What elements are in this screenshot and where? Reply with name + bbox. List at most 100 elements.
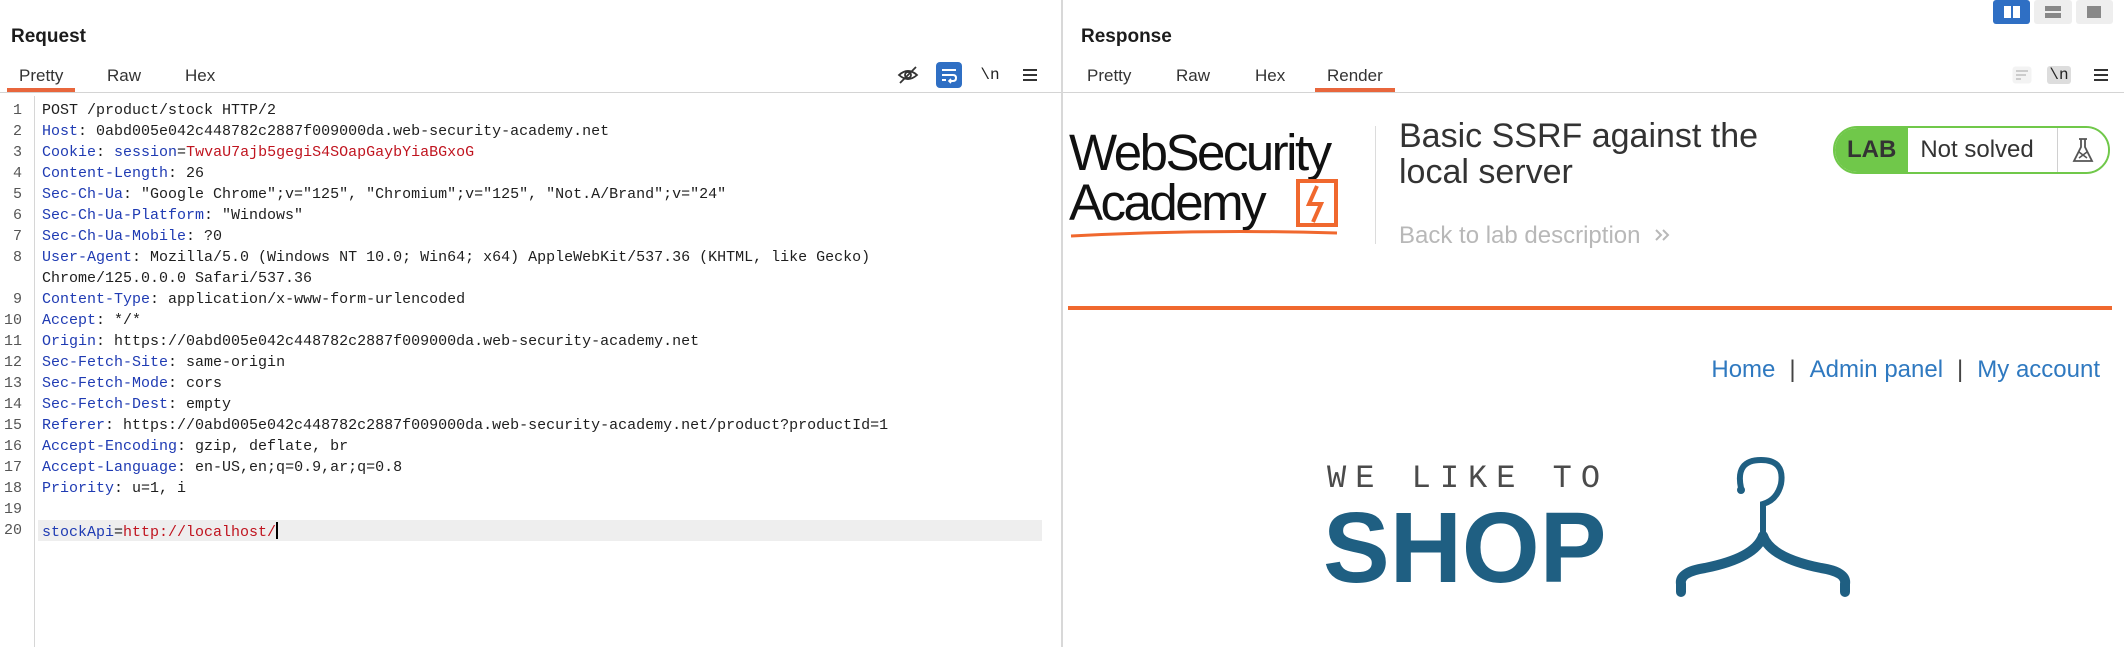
separator: : xyxy=(96,144,106,161)
back-to-lab-description-link[interactable]: Back to lab description xyxy=(1399,222,1673,250)
hanger-icon xyxy=(1675,456,1851,597)
param-value: http://localhost/ xyxy=(123,524,277,541)
header-separator xyxy=(1375,126,1376,244)
tab-hex[interactable]: Hex xyxy=(1255,64,1285,88)
header-name: Accept-Encoding xyxy=(42,438,178,455)
newline-toggle-label: \n xyxy=(980,66,1000,84)
back-link-label: Back to lab description xyxy=(1399,222,1641,249)
separator: : xyxy=(204,207,214,224)
shop-wordmark: SHOP xyxy=(1323,492,1607,604)
double-chevron-right-icon xyxy=(1655,229,1670,241)
request-start-line: POST /product/stock HTTP/2 xyxy=(42,102,277,119)
request-line: Accept: */* xyxy=(42,312,141,329)
line-number: 4 xyxy=(12,165,22,182)
header-name: User-Agent xyxy=(42,249,133,266)
header-value: https://0abd005e042c448782c2887f009000da… xyxy=(105,333,700,350)
hide-nonprintable-icon[interactable] xyxy=(895,62,921,88)
header-value: u=1, i xyxy=(123,480,187,497)
header-value: en-US,en;q=0.9,ar;q=0.8 xyxy=(186,459,403,476)
tab-raw[interactable]: Raw xyxy=(1176,64,1210,88)
line-number: 13 xyxy=(3,375,22,392)
request-line: User-Agent: Mozilla/5.0 (Windows NT 10.0… xyxy=(42,249,870,266)
response-panel: Response Pretty Raw Hex Render \n WebSec… xyxy=(1063,0,2124,647)
request-line: Host: 0abd005e042c448782c2887f009000da.w… xyxy=(42,123,609,140)
shop-logo: WE LIKE TO SHOP xyxy=(1323,456,1865,616)
request-line: Sec-Ch-Ua-Platform: "Windows" xyxy=(42,207,303,224)
request-editor[interactable]: 1 2 3 4 5 6 7 8 9 10 11 12 13 14 15 16 17 18 19 20 POST /pr… xyxy=(0,96,1061,647)
line-number: 9 xyxy=(12,291,22,308)
header-value: application/x-www-form-urlencoded xyxy=(159,291,466,308)
nav-separator: | xyxy=(1789,356,1796,383)
tab-raw[interactable]: Raw xyxy=(107,64,141,88)
header-value: "Google Chrome";v="125", "Chromium";v="1… xyxy=(132,186,727,203)
header-value: Chrome/125.0.0.0 Safari/537.36 xyxy=(42,270,313,287)
line-number: 14 xyxy=(3,396,22,413)
menu-icon[interactable] xyxy=(2088,62,2114,88)
header-value: */* xyxy=(105,312,142,329)
request-line: Accept-Language: en-US,en;q=0.9,ar;q=0.8 xyxy=(42,459,402,476)
tab-render[interactable]: Render xyxy=(1315,64,1395,92)
layout-toggle xyxy=(1993,0,2113,24)
request-line: Accept-Encoding: gzip, deflate, br xyxy=(42,438,348,455)
header-name: Cookie xyxy=(42,144,97,161)
separator: : xyxy=(78,123,88,140)
header-name: Sec-Fetch-Site xyxy=(42,354,169,371)
tab-pretty[interactable]: Pretty xyxy=(1087,64,1131,88)
single-pane-layout-button[interactable] xyxy=(2075,0,2113,24)
line-number: 7 xyxy=(12,228,22,245)
line-number: 20 xyxy=(3,522,22,539)
cookie-value: TwvaU7ajb5gegiS4SOapGaybYiaBGxoG xyxy=(186,144,475,161)
tabbar-divider xyxy=(0,92,1061,93)
show-newlines-icon[interactable]: \n xyxy=(2046,62,2072,88)
header-value: "Windows" xyxy=(213,207,304,224)
separator: : xyxy=(168,375,178,392)
request-line: Sec-Fetch-Mode: cors xyxy=(42,375,222,392)
separator: : xyxy=(177,459,187,476)
header-value: gzip, deflate, br xyxy=(186,438,349,455)
request-line: Sec-Ch-Ua-Mobile: ?0 xyxy=(42,228,222,245)
line-number: 11 xyxy=(3,333,22,350)
request-line: Content-Length: 26 xyxy=(42,165,204,182)
side-by-side-layout-button[interactable] xyxy=(1993,0,2031,24)
nav-admin-panel-link[interactable]: Admin panel xyxy=(1810,356,1943,384)
web-security-academy-logo[interactable]: WebSecurity Academy xyxy=(1069,126,1369,238)
header-name: Sec-Ch-Ua-Mobile xyxy=(42,228,187,245)
newline-toggle-label: \n xyxy=(2047,66,2071,84)
header-value: 0abd005e042c448782c2887f009000da.web-sec… xyxy=(87,123,610,140)
header-name: Content-Length xyxy=(42,165,169,182)
request-line: Origin: https://0abd005e042c448782c2887f… xyxy=(42,333,699,350)
stacked-layout-button[interactable] xyxy=(2034,0,2072,24)
line-number: 2 xyxy=(12,123,22,140)
show-newlines-icon[interactable]: \n xyxy=(977,62,1003,88)
request-line: Priority: u=1, i xyxy=(42,480,186,497)
text-caret xyxy=(276,522,279,539)
tab-hex[interactable]: Hex xyxy=(185,64,215,88)
tabbar-divider xyxy=(1063,92,2124,93)
logo-line-2: Academy xyxy=(1069,174,1267,231)
tab-pretty[interactable]: Pretty xyxy=(6,64,76,92)
line-number: 8 xyxy=(12,249,22,266)
rendered-page: WebSecurity Academy Basic SSRF against t… xyxy=(1063,96,2124,647)
lab-status-badge: LAB Not solved xyxy=(1833,126,2110,174)
request-line: Sec-Fetch-Dest: empty xyxy=(42,396,231,413)
header-rule xyxy=(1068,306,2112,310)
word-wrap-icon[interactable] xyxy=(2009,62,2035,88)
separator: : xyxy=(114,480,124,497)
menu-icon[interactable] xyxy=(1017,62,1043,88)
nav-my-account-link[interactable]: My account xyxy=(1977,356,2100,384)
word-wrap-icon[interactable] xyxy=(936,62,962,88)
nav-separator: | xyxy=(1957,356,1964,383)
line-number: 17 xyxy=(3,459,22,476)
header-value: empty xyxy=(177,396,232,413)
separator: : xyxy=(177,438,187,455)
line-number-gutter: 1 2 3 4 5 6 7 8 9 10 11 12 13 14 15 16 17 18 19 20 xyxy=(0,96,35,647)
line-number: 1 xyxy=(12,102,22,119)
header-value: same-origin xyxy=(177,354,286,371)
header-name: Origin xyxy=(42,333,97,350)
separator: : xyxy=(168,165,178,182)
nav-home-link[interactable]: Home xyxy=(1711,356,1775,384)
request-line: Content-Type: application/x-www-form-url… xyxy=(42,291,465,308)
header-name: Priority xyxy=(42,480,115,497)
header-value: cors xyxy=(177,375,223,392)
header-name: Sec-Fetch-Mode xyxy=(42,375,169,392)
